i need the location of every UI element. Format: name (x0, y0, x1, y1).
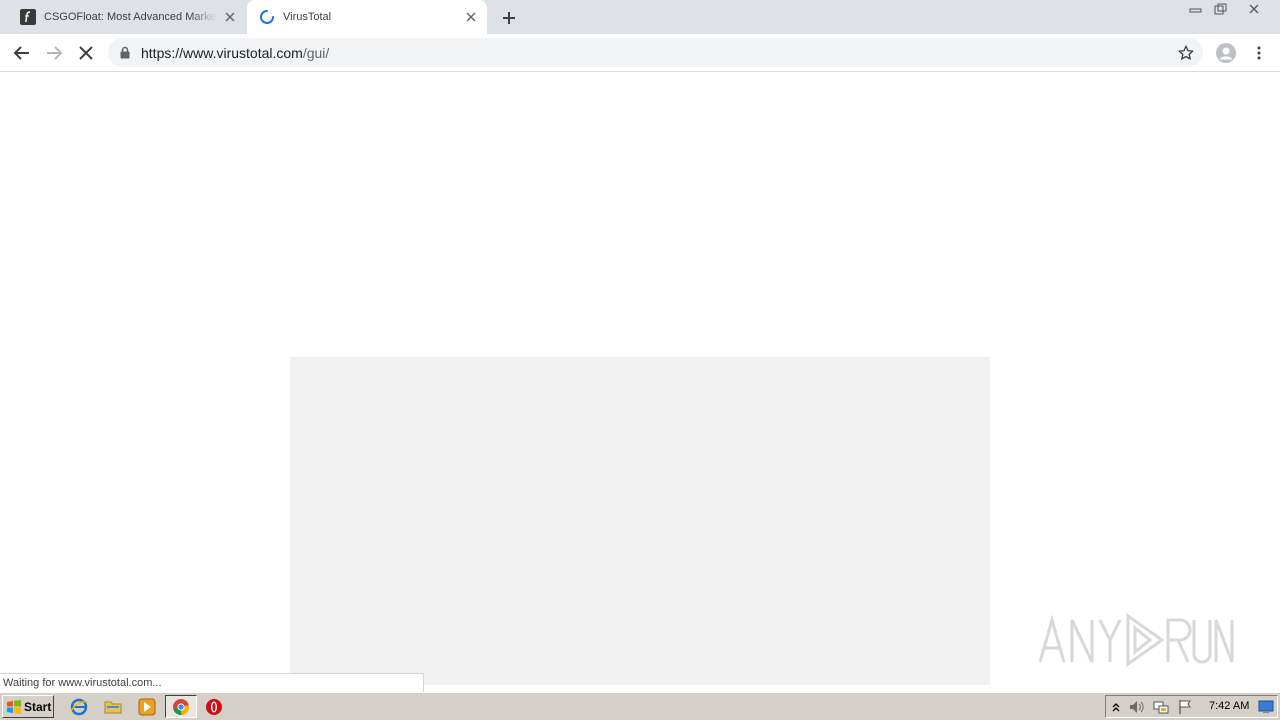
folder-icon[interactable] (103, 697, 123, 717)
windows-taskbar: Start 7:42 AM (0, 692, 1280, 720)
tab-strip: CSGOFloat: Most Advanced Marketplace Vir… (0, 0, 1280, 34)
chrome-icon (173, 698, 190, 715)
lock-icon (120, 46, 132, 60)
minimize-button[interactable] (1184, 0, 1208, 18)
taskbar-chrome-item[interactable] (165, 695, 197, 718)
back-arrow-icon (13, 46, 29, 60)
show-desktop-icon[interactable] (1258, 699, 1274, 715)
profile-avatar-button[interactable] (1214, 41, 1238, 65)
anyrun-watermark (1036, 610, 1236, 670)
loading-spinner-icon (259, 9, 275, 25)
url-path: /gui/ (302, 44, 330, 61)
internet-explorer-icon[interactable] (69, 697, 89, 717)
kebab-menu-icon (1257, 46, 1261, 60)
close-window-button[interactable] (1242, 0, 1266, 18)
loading-placeholder (290, 357, 990, 685)
url-host: https://www.virustotal.com (141, 44, 303, 61)
stop-loading-button[interactable] (74, 41, 98, 65)
tab-title: CSGOFloat: Most Advanced Marketplace (44, 11, 216, 23)
volume-icon[interactable] (1129, 699, 1145, 715)
tab-csgofloat[interactable]: CSGOFloat: Most Advanced Marketplace (8, 0, 246, 34)
menu-button[interactable] (1247, 41, 1271, 65)
forward-arrow-icon (47, 46, 63, 60)
close-tab-icon[interactable] (463, 9, 479, 25)
new-tab-button[interactable] (499, 8, 519, 28)
forward-button[interactable] (42, 41, 66, 65)
system-tray: 7:42 AM (1105, 695, 1278, 718)
page-viewport: Waiting for www.virustotal.com... (0, 72, 1280, 693)
media-player-icon[interactable] (137, 697, 157, 717)
opera-icon[interactable] (204, 697, 224, 717)
tab-virustotal[interactable]: VirusTotal (247, 0, 487, 34)
stop-x-icon (79, 46, 93, 60)
clock[interactable]: 7:42 AM (1209, 700, 1249, 712)
avatar-icon (1216, 43, 1236, 63)
start-button[interactable]: Start (2, 695, 54, 718)
bookmark-star-icon[interactable] (1177, 44, 1195, 62)
network-icon[interactable] (1153, 699, 1169, 715)
action-center-flag-icon[interactable] (1177, 699, 1193, 715)
start-label: Start (24, 699, 52, 714)
tab-title: VirusTotal (283, 11, 332, 23)
url-text[interactable]: https://www.virustotal.com/gui/ (141, 45, 329, 61)
windows-flag-icon (7, 699, 21, 714)
browser-toolbar: https://www.virustotal.com/gui/ (0, 34, 1280, 72)
close-tab-icon[interactable] (222, 9, 238, 25)
back-button[interactable] (10, 41, 34, 65)
status-bubble: Waiting for www.virustotal.com... (0, 673, 424, 693)
address-bar[interactable]: https://www.virustotal.com/gui/ (108, 38, 1203, 67)
show-hidden-icons-chevron-icon[interactable] (1108, 699, 1124, 715)
csgofloat-icon (20, 9, 36, 25)
restore-button[interactable] (1208, 0, 1232, 18)
